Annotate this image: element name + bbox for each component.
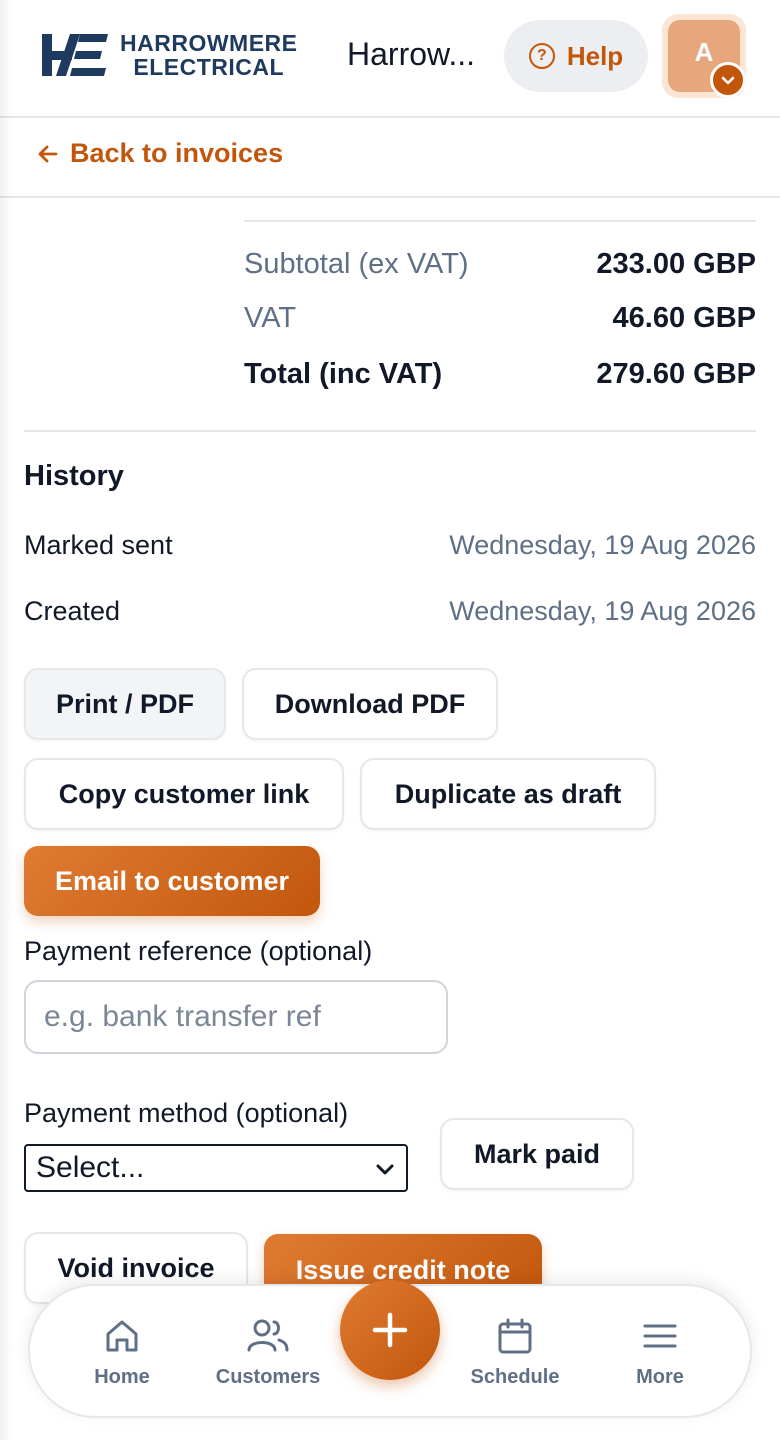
total-label: Total (inc VAT): [244, 358, 443, 390]
total-row: Total (inc VAT) 279.60 GBP: [244, 358, 756, 391]
download-pdf-button[interactable]: Download PDF: [242, 668, 498, 740]
subtotal-label: Subtotal (ex VAT): [244, 248, 469, 280]
history-event: Created: [24, 596, 121, 626]
logo-text: HARROWMERE ELECTRICAL: [120, 30, 298, 80]
payment-reference-input[interactable]: [24, 980, 448, 1054]
print-pdf-button[interactable]: Print / PDF: [24, 668, 226, 740]
business-name: Harrow...: [347, 36, 476, 72]
vat-row: VAT 46.60 GBP: [244, 302, 756, 335]
app-header: HARROWMERE ELECTRICAL Harrow... ? Help A: [0, 0, 780, 118]
mark-paid-button[interactable]: Mark paid: [440, 1118, 634, 1190]
history-event: Marked sent: [24, 530, 173, 560]
chevron-down-icon: [710, 62, 746, 98]
home-icon: [106, 1320, 138, 1352]
account-menu-button[interactable]: A: [662, 14, 746, 98]
payment-method-label: Payment method (optional): [24, 1098, 349, 1128]
he-logo-icon: [42, 34, 108, 76]
nav-more[interactable]: More: [595, 1316, 725, 1389]
history-row: Created Wednesday, 19 Aug 2026: [24, 596, 756, 627]
email-customer-button[interactable]: Email to customer: [24, 846, 320, 916]
nav-customers[interactable]: Customers: [203, 1316, 333, 1389]
payment-reference-label: Payment reference (optional): [24, 936, 373, 966]
add-fab-button[interactable]: [340, 1280, 440, 1380]
calendar-icon: [498, 1318, 532, 1354]
vat-label: VAT: [244, 302, 297, 334]
vat-value: 46.60 GBP: [612, 302, 756, 334]
menu-icon: [643, 1324, 677, 1348]
copy-customer-link-button[interactable]: Copy customer link: [24, 758, 344, 830]
company-logo[interactable]: HARROWMERE ELECTRICAL: [40, 30, 298, 80]
duplicate-draft-button[interactable]: Duplicate as draft: [360, 758, 656, 830]
history-row: Marked sent Wednesday, 19 Aug 2026: [24, 530, 756, 561]
history-date: Wednesday, 19 Aug 2026: [449, 596, 756, 626]
history-title: History: [24, 460, 124, 492]
total-value: 279.60 GBP: [596, 358, 756, 390]
subtotal-row: Subtotal (ex VAT) 233.00 GBP: [244, 248, 756, 281]
arrow-left-icon: [38, 145, 58, 162]
history-date: Wednesday, 19 Aug 2026: [449, 530, 756, 560]
plus-icon: [372, 1312, 408, 1348]
help-button[interactable]: ? Help: [504, 20, 648, 92]
back-bar: Back to invoices: [0, 118, 780, 198]
back-to-invoices-link[interactable]: Back to invoices: [36, 138, 283, 169]
question-circle-icon: ?: [528, 43, 555, 69]
users-icon: [247, 1319, 289, 1352]
nav-schedule[interactable]: Schedule: [450, 1316, 580, 1389]
subtotal-value: 233.00 GBP: [596, 248, 756, 280]
nav-home[interactable]: Home: [57, 1316, 187, 1389]
chevron-down-icon: [376, 1164, 394, 1175]
totals-divider: [244, 220, 756, 222]
section-divider: [24, 430, 756, 432]
payment-method-select[interactable]: Select...: [24, 1144, 408, 1192]
